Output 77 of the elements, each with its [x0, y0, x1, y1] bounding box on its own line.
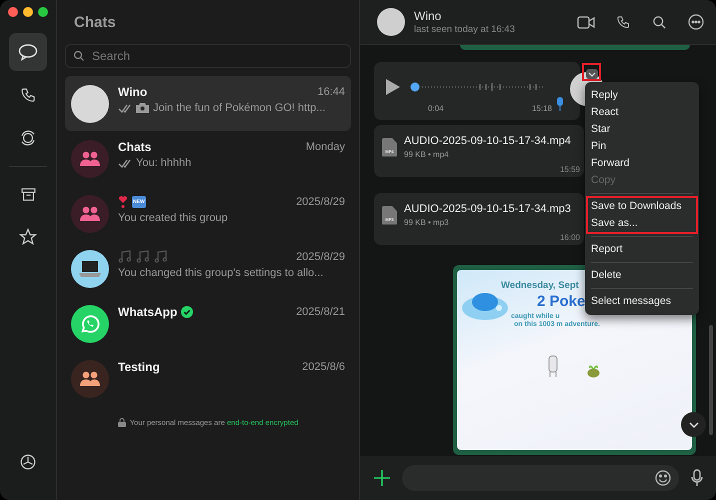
whatsapp-logo-icon — [71, 304, 109, 342]
message-time: 16:00 — [560, 233, 580, 242]
search-icon[interactable] — [652, 14, 667, 30]
music-notes-icon — [136, 250, 150, 263]
chat-name: Testing — [118, 360, 160, 374]
chat-time: 2025/8/6 — [302, 360, 345, 372]
message-input-field[interactable] — [402, 465, 679, 491]
message-preview: You: hhhhh — [136, 157, 192, 169]
chat-bubbles-icon — [18, 43, 38, 61]
message-preview: You changed this group's settings to allo... — [118, 267, 324, 279]
last-seen-status: last seen today at 16:43 — [414, 24, 515, 35]
menu-item[interactable]: Report — [591, 241, 693, 258]
menu-item[interactable]: Pin — [591, 138, 693, 155]
settings-icon — [19, 453, 37, 471]
message-menu-button[interactable] — [586, 69, 598, 79]
chat-row[interactable]: Testing 2025/8/6 — [65, 351, 351, 406]
phone-icon — [20, 86, 36, 104]
chat-row[interactable]: WhatsApp 2025/8/21 — [65, 296, 351, 351]
chevron-down-icon — [688, 422, 698, 428]
chat-row[interactable]: Wino 16:44 Join the fun of Pokémon GO! http... — [65, 76, 351, 131]
menu-item[interactable]: Save as... — [591, 215, 693, 232]
menu-item[interactable]: Delete — [591, 267, 693, 284]
more-options-icon[interactable] — [688, 14, 704, 30]
file-meta: 99 KB • mp3 — [404, 218, 450, 227]
music-notes-icon — [154, 250, 168, 263]
video-camera-icon[interactable] — [577, 16, 595, 28]
menu-item[interactable]: Reply — [591, 87, 693, 104]
star-icon — [19, 228, 37, 246]
menu-item[interactable]: Select messages — [591, 293, 693, 310]
file-meta: 99 KB • mp4 — [404, 150, 450, 159]
menu-item[interactable]: React — [591, 104, 693, 121]
creature-drawing — [547, 354, 559, 378]
file-name: AUDIO-2025-09-10-15-17-34.mp3 — [404, 203, 571, 215]
scroll-down-button[interactable] — [681, 412, 706, 437]
chat-time: Monday — [306, 140, 345, 152]
phone-icon[interactable] — [616, 14, 631, 30]
chevron-down-icon — [588, 72, 596, 76]
status-icon — [19, 129, 37, 147]
avatar-placeholder — [377, 8, 405, 36]
message-time: 15:59 — [560, 165, 580, 174]
laptop-avatar — [71, 250, 109, 288]
message-preview: You created this group — [118, 212, 228, 224]
search-field[interactable]: Search — [65, 44, 351, 68]
chat-time: 2025/8/29 — [296, 196, 345, 208]
menu-item[interactable]: Forward — [591, 155, 693, 172]
chat-time: 2025/8/29 — [296, 250, 345, 262]
chat-row[interactable]: Chats Monday You: hhhhh — [65, 131, 351, 186]
menu-item[interactable]: Save to Downloads — [591, 198, 693, 215]
message-time: 15:18 — [532, 104, 552, 113]
file-name: AUDIO-2025-09-10-15-17-34.mp4 — [404, 135, 571, 147]
music-notes-icon — [118, 250, 132, 263]
chats-tab[interactable] — [9, 33, 47, 71]
microphone-icon[interactable] — [691, 469, 703, 487]
contact-name: Wino — [414, 9, 442, 23]
avatar-placeholder — [71, 84, 109, 122]
image-caption-text: 2 Poke — [537, 292, 586, 312]
lock-icon — [118, 418, 126, 427]
message-preview: Join the fun of Pokémon GO! http... — [153, 102, 326, 114]
chat-row[interactable]: 2025/8/29 You changed this group's settings to allo... — [65, 241, 351, 296]
play-icon[interactable] — [386, 79, 400, 95]
chat-time: 16:44 — [317, 86, 345, 98]
search-icon — [73, 50, 85, 62]
heart-icon — [118, 194, 128, 208]
menu-item[interactable]: Star — [591, 121, 693, 138]
highlight-frame — [582, 63, 601, 81]
creature-drawing — [587, 364, 600, 378]
emoji-icon[interactable] — [655, 470, 671, 486]
voice-duration: 0:04 — [428, 104, 444, 113]
plus-icon[interactable] — [374, 470, 390, 486]
chat-time: 2025/8/21 — [296, 306, 345, 318]
chats-heading: Chats — [74, 14, 117, 32]
chat-name: Chats — [118, 140, 152, 154]
chat-name: Wino — [118, 84, 148, 98]
chat-name: WhatsApp — [118, 304, 178, 318]
archive-icon — [20, 186, 36, 202]
microphone-icon — [556, 97, 564, 111]
image-caption-text: Wednesday, Sept — [501, 280, 579, 292]
